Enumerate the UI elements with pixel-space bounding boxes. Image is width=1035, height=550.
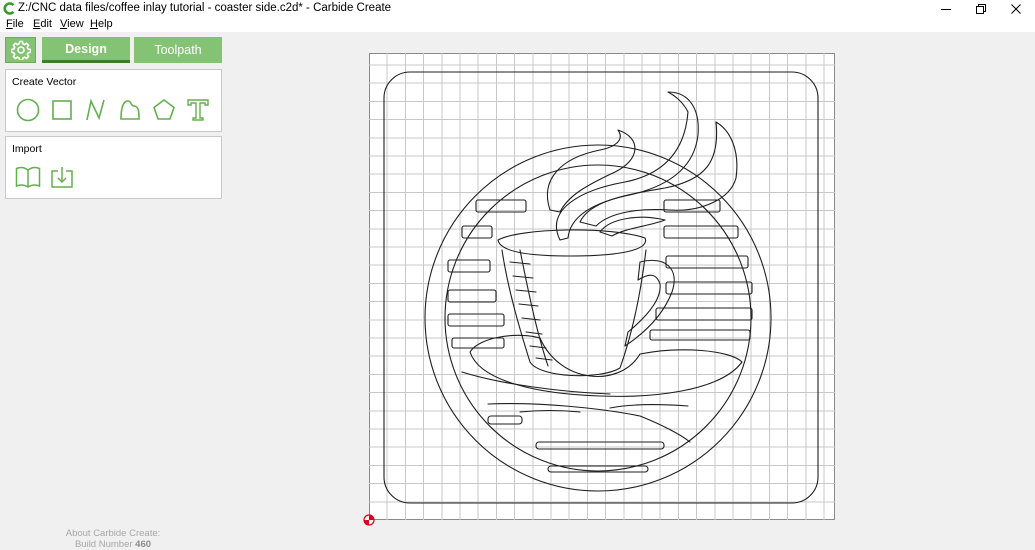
steam-4 xyxy=(599,216,666,237)
outer-ring xyxy=(424,144,772,492)
coaster-design[interactable] xyxy=(383,71,819,504)
cup-inner-left xyxy=(519,249,549,367)
coaster-outline xyxy=(383,71,819,504)
cup-stripes-left xyxy=(509,261,553,361)
canvas-grid xyxy=(369,53,835,520)
design-canvas[interactable] xyxy=(0,0,1035,547)
steam-1 xyxy=(546,129,636,213)
background-stripes xyxy=(447,199,753,473)
origin-marker xyxy=(363,514,375,526)
